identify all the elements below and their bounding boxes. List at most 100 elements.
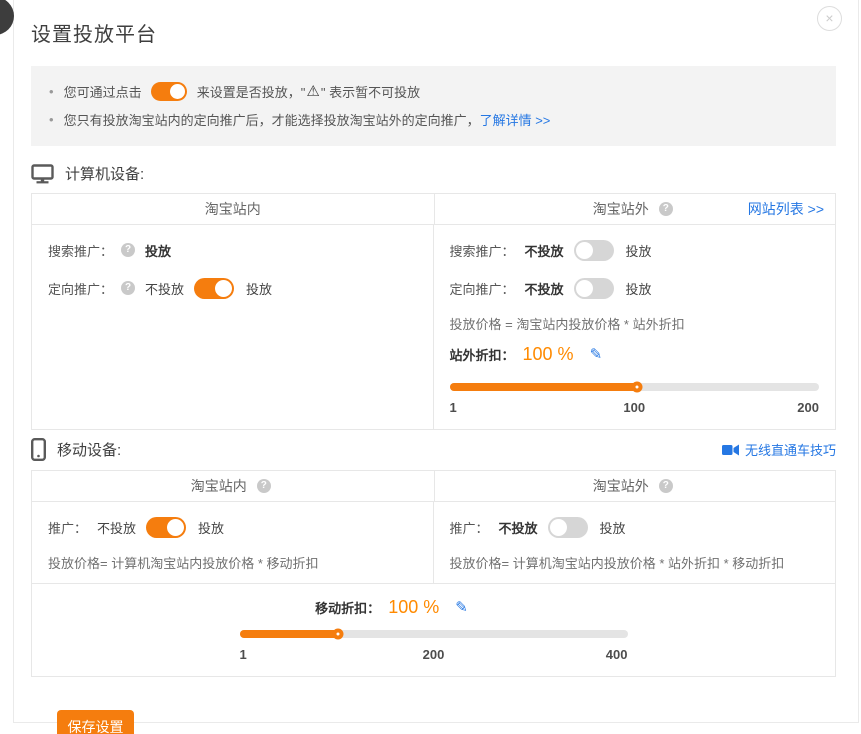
edit-pencil-icon[interactable]: ✎ xyxy=(455,598,468,616)
computer-offsite-cell: 搜索推广： 不投放 投放 定向推广： 不投放 投放 投放价格 = 淘宝站内投放价… xyxy=(434,225,836,429)
wireless-tips-group[interactable]: 无线直通车技巧 xyxy=(722,440,836,459)
slider-min-label: 1 xyxy=(450,400,457,415)
offsite-search-label: 搜索推广： xyxy=(450,241,515,260)
mobile-onsite-header: 淘宝站内 xyxy=(32,471,434,501)
page-title: 设置投放平台 xyxy=(31,18,836,47)
offsite-price-formula: 投放价格 = 淘宝站内投放价格 * 站外折扣 xyxy=(450,314,820,332)
computer-onsite-header-label: 淘宝站内 xyxy=(205,199,261,219)
offsite-discount-value: 100 % xyxy=(523,344,574,365)
toggle-knob xyxy=(576,242,593,259)
mobile-discount-panel: 移动折扣： 100 % ✎ 1 200 400 xyxy=(32,583,835,676)
offsite-search-off-label: 不投放 xyxy=(525,241,564,260)
mobile-onsite-promo-toggle[interactable] xyxy=(146,517,186,538)
notice1-post: " 表示暂不可投放 xyxy=(321,82,420,101)
mobile-offsite-header: 淘宝站外 xyxy=(434,471,836,501)
toggle-knob xyxy=(550,519,567,536)
offsite-discount-row: 站外折扣： 100 % ✎ xyxy=(450,341,820,367)
mobile-onsite-promo-label: 推广： xyxy=(48,518,87,537)
offsite-search-row: 搜索推广： 不投放 投放 xyxy=(450,238,820,262)
notice1-mid: 来设置是否投放，" xyxy=(193,82,305,101)
notice1-pre: 您可通过点击 xyxy=(64,82,146,101)
mobile-offsite-cell: 推广： 不投放 投放 投放价格= 计算机淘宝站内投放价格 * 站外折扣 * 移动… xyxy=(434,502,836,583)
onsite-search-row: 搜索推广： 投放 xyxy=(48,238,417,262)
computer-offsite-header-label: 淘宝站外 xyxy=(593,199,649,219)
help-icon[interactable] xyxy=(659,202,673,216)
help-icon[interactable] xyxy=(121,281,135,295)
onsite-targeting-off-label: 不投放 xyxy=(145,279,184,298)
mobile-onsite-formula: 投放价格= 计算机淘宝站内投放价格 * 移动折扣 xyxy=(48,553,417,571)
notice2-text: 您只有投放淘宝站内的定向推广后，才能选择投放淘宝站外的定向推广， xyxy=(64,110,480,129)
mobile-section-header: 移动设备: 无线直通车技巧 xyxy=(31,438,836,461)
edge-floating-widget[interactable] xyxy=(0,0,14,35)
mobile-discount-label: 移动折扣： xyxy=(315,598,380,617)
phone-icon xyxy=(31,438,46,461)
bullet-dot xyxy=(49,112,64,127)
computer-table: 淘宝站内 淘宝站外 网站列表 >> 搜索推广： 投放 定向推广： xyxy=(31,193,836,430)
onsite-targeting-on-label: 投放 xyxy=(246,279,272,298)
offsite-search-on-label: 投放 xyxy=(626,241,652,260)
slider-mid-label: 200 xyxy=(423,647,445,662)
wireless-tips-link[interactable]: 无线直通车技巧 xyxy=(745,440,836,459)
offsite-targeting-label: 定向推广： xyxy=(450,279,515,298)
computer-section-title: 计算机设备: xyxy=(65,163,144,184)
notice-line-2: 您只有投放淘宝站内的定向推广后，才能选择投放淘宝站外的定向推广， 了解详情 >> xyxy=(49,105,818,133)
offsite-discount-slider[interactable] xyxy=(450,383,820,391)
monitor-icon xyxy=(31,164,54,184)
offsite-discount-label: 站外折扣： xyxy=(450,345,515,364)
help-icon[interactable] xyxy=(121,243,135,257)
offsite-targeting-row: 定向推广： 不投放 投放 xyxy=(450,276,820,300)
mobile-offsite-promo-toggle[interactable] xyxy=(548,517,588,538)
notice-line-1: 您可通过点击 来设置是否投放，" ⚠ " 表示暂不可投放 xyxy=(49,77,818,105)
computer-section-header: 计算机设备: xyxy=(31,163,836,184)
video-icon xyxy=(722,444,739,456)
mobile-discount-value: 100 % xyxy=(388,597,439,618)
warning-icon: ⚠ xyxy=(306,82,319,100)
slider-handle[interactable] xyxy=(333,629,344,640)
mobile-onsite-off-label: 不投放 xyxy=(97,518,136,537)
onsite-search-label: 搜索推广： xyxy=(48,241,113,260)
mobile-onsite-header-label: 淘宝站内 xyxy=(191,476,247,496)
mobile-offsite-formula: 投放价格= 计算机淘宝站内投放价格 * 站外折扣 * 移动折扣 xyxy=(450,553,820,571)
notice-box: 您可通过点击 来设置是否投放，" ⚠ " 表示暂不可投放 您只有投放淘宝站内的定… xyxy=(31,66,836,146)
toggle-knob xyxy=(170,84,185,99)
computer-onsite-cell: 搜索推广： 投放 定向推广： 不投放 投放 xyxy=(32,225,434,429)
close-icon[interactable]: × xyxy=(817,6,842,31)
toggle-knob xyxy=(576,280,593,297)
offsite-targeting-on-label: 投放 xyxy=(626,279,652,298)
slider-max-label: 200 xyxy=(797,400,819,415)
mobile-slider-labels: 1 200 400 xyxy=(240,647,628,664)
onsite-targeting-row: 定向推广： 不投放 投放 xyxy=(48,276,417,300)
save-settings-button[interactable]: 保存设置 xyxy=(57,710,134,734)
toggle-knob xyxy=(167,519,184,536)
mobile-table: 淘宝站内 淘宝站外 推广： 不投放 投放 投放价格= 计算机淘宝站内投放价 xyxy=(31,470,836,677)
mobile-onsite-on-label: 投放 xyxy=(198,518,224,537)
slider-mid-label: 100 xyxy=(623,400,645,415)
onsite-targeting-toggle[interactable] xyxy=(194,278,234,299)
offsite-search-toggle[interactable] xyxy=(574,240,614,261)
toggle-knob xyxy=(215,280,232,297)
computer-onsite-header: 淘宝站内 xyxy=(32,194,434,224)
slider-max-label: 400 xyxy=(606,647,628,662)
offsite-slider-labels: 1 100 200 xyxy=(450,400,820,417)
onsite-targeting-label: 定向推广： xyxy=(48,279,113,298)
mobile-offsite-promo-label: 推广： xyxy=(450,518,489,537)
set-platform-dialog: × 设置投放平台 您可通过点击 来设置是否投放，" ⚠ " 表示暂不可投放 您只… xyxy=(13,0,859,723)
mobile-discount-slider[interactable] xyxy=(240,630,628,638)
help-icon[interactable] xyxy=(659,479,673,493)
offsite-targeting-off-label: 不投放 xyxy=(525,279,564,298)
slider-min-label: 1 xyxy=(240,647,247,662)
slider-fill xyxy=(450,383,637,391)
site-list-link[interactable]: 网站列表 >> xyxy=(748,194,824,224)
slider-handle[interactable] xyxy=(631,382,642,393)
example-toggle[interactable] xyxy=(151,82,187,101)
learn-more-link[interactable]: 了解详情 >> xyxy=(480,110,551,129)
help-icon[interactable] xyxy=(257,479,271,493)
computer-offsite-header: 淘宝站外 网站列表 >> xyxy=(434,194,836,224)
mobile-section-title: 移动设备: xyxy=(57,439,121,460)
edit-pencil-icon[interactable]: ✎ xyxy=(590,345,603,363)
bullet-dot xyxy=(49,84,64,99)
offsite-targeting-toggle[interactable] xyxy=(574,278,614,299)
mobile-onsite-cell: 推广： 不投放 投放 投放价格= 计算机淘宝站内投放价格 * 移动折扣 xyxy=(32,502,434,583)
mobile-offsite-off-label: 不投放 xyxy=(499,518,538,537)
mobile-discount-row: 移动折扣： 100 % ✎ xyxy=(6,594,777,620)
